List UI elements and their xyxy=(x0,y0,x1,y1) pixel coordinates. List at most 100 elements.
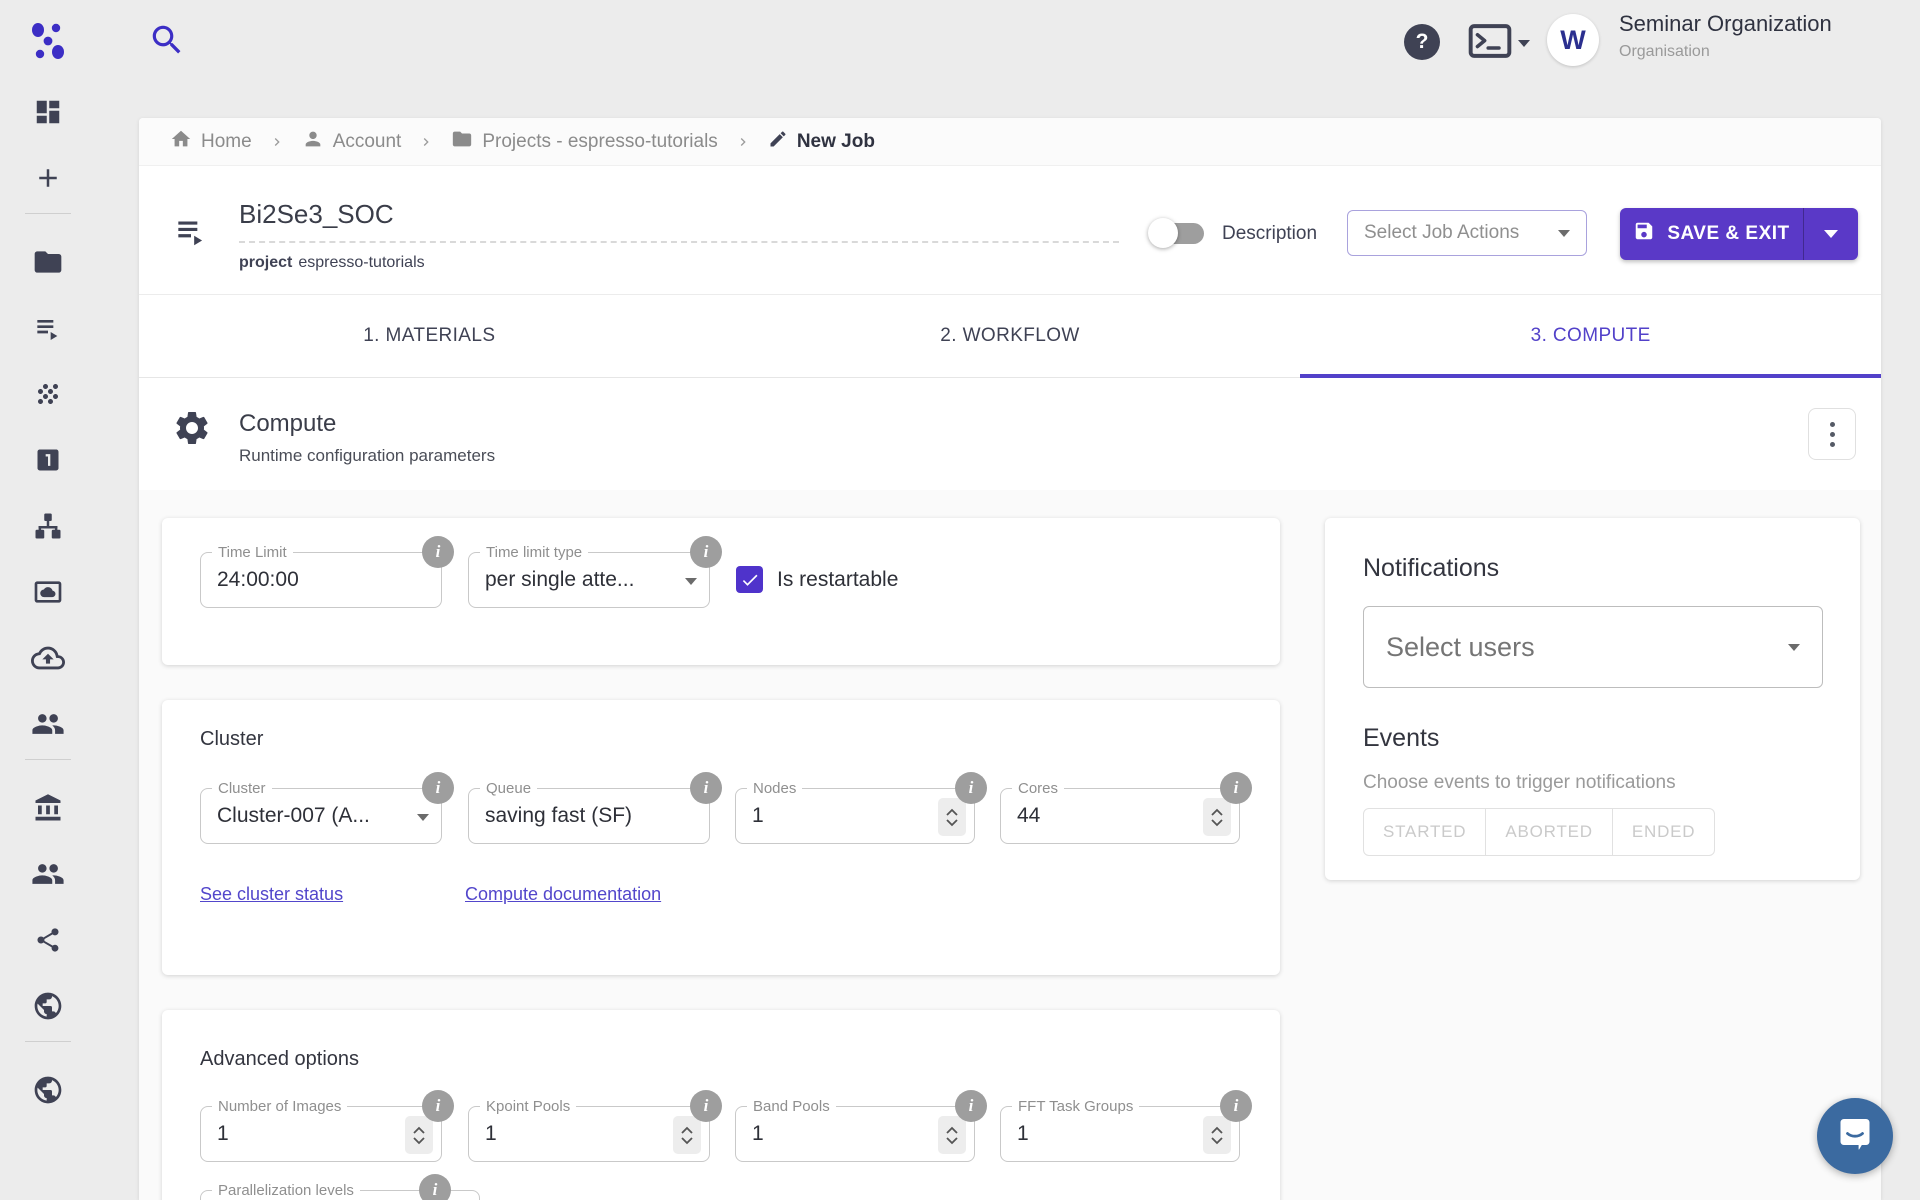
dashboard-icon xyxy=(33,97,63,132)
sidebar-item-share[interactable] xyxy=(34,927,62,957)
sidebar-item-materials[interactable] xyxy=(33,381,63,411)
time-limit-type-field[interactable]: Time limit type per single atte... i xyxy=(468,552,710,608)
advanced-options-card: Advanced options Number of Images 1 i Kp… xyxy=(162,1010,1280,1200)
organization-switcher[interactable]: Seminar Organization Organisation xyxy=(1619,11,1832,61)
search-button[interactable] xyxy=(148,21,186,59)
playlist-play-icon xyxy=(32,312,64,349)
chevron-right-icon xyxy=(269,134,285,150)
section-title: Compute xyxy=(239,410,336,438)
time-limit-field[interactable]: Time Limit 24:00:00 i xyxy=(200,552,442,608)
sidebar-item-team[interactable] xyxy=(31,711,65,741)
sidebar-item-institution[interactable] xyxy=(33,795,63,825)
info-icon[interactable]: i xyxy=(690,772,722,804)
breadcrumb-home[interactable]: Home xyxy=(170,128,252,156)
plus-icon xyxy=(33,163,63,198)
cores-field[interactable]: Cores 44 i xyxy=(1000,788,1240,844)
info-icon[interactable]: i xyxy=(422,536,454,568)
info-icon[interactable]: i xyxy=(422,772,454,804)
brand-logo[interactable] xyxy=(27,20,69,62)
field-label: Time Limit xyxy=(212,544,293,561)
fft-task-groups-field[interactable]: FFT Task Groups 1 i xyxy=(1000,1106,1240,1162)
breadcrumb-label: Home xyxy=(201,131,252,153)
job-title[interactable]: Bi2Se3_SOC xyxy=(239,199,394,230)
job-actions-select[interactable]: Select Job Actions xyxy=(1347,210,1587,256)
sidebar-item-jobs[interactable] xyxy=(32,315,64,345)
sidebar-item-web[interactable] xyxy=(32,993,64,1023)
sidebar-item-dashboard[interactable] xyxy=(33,99,63,129)
folder-icon xyxy=(451,128,473,156)
nodes-field[interactable]: Nodes 1 i xyxy=(735,788,975,844)
chat-launcher-button[interactable] xyxy=(1817,1098,1893,1174)
tab-workflow[interactable]: 2. WORKFLOW xyxy=(720,295,1301,377)
event-started-button[interactable]: STARTED xyxy=(1363,808,1486,856)
parallelization-levels-field[interactable]: Parallelization levels i xyxy=(200,1190,480,1200)
save-menu-button[interactable] xyxy=(1804,208,1858,260)
info-icon[interactable]: i xyxy=(690,536,722,568)
info-icon[interactable]: i xyxy=(955,772,987,804)
chevron-down-icon xyxy=(1788,644,1800,651)
field-label: Cluster xyxy=(212,780,272,797)
number-stepper[interactable] xyxy=(673,1116,701,1154)
number-of-images-field[interactable]: Number of Images 1 i xyxy=(200,1106,442,1162)
compute-docs-link[interactable]: Compute documentation xyxy=(465,884,661,905)
sidebar-item-media[interactable] xyxy=(32,579,64,609)
cluster-status-link[interactable]: See cluster status xyxy=(200,884,343,905)
tab-compute[interactable]: 3. COMPUTE xyxy=(1300,295,1881,377)
number-stepper[interactable] xyxy=(938,1116,966,1154)
kpoint-pools-field[interactable]: Kpoint Pools 1 i xyxy=(468,1106,710,1162)
queue-field[interactable]: Queue saving fast (SF) i xyxy=(468,788,710,844)
user-avatar[interactable]: W xyxy=(1547,14,1599,66)
globe-icon xyxy=(32,990,64,1027)
chevron-down-icon xyxy=(417,814,429,821)
info-icon[interactable]: i xyxy=(955,1090,987,1122)
description-toggle[interactable] xyxy=(1148,218,1212,248)
section-menu-button[interactable] xyxy=(1808,408,1856,460)
console-menu-button[interactable] xyxy=(1468,27,1530,59)
info-icon[interactable]: i xyxy=(1220,772,1252,804)
image-cloud-icon xyxy=(32,576,64,613)
sidebar-item-uploads[interactable] xyxy=(31,645,65,675)
grain-dots-icon xyxy=(33,379,63,414)
events-hint: Choose events to trigger notifications xyxy=(1363,772,1676,794)
number-stepper[interactable] xyxy=(1203,1116,1231,1154)
field-value: 1 xyxy=(217,1122,229,1146)
job-type-icon xyxy=(172,212,210,255)
event-aborted-button[interactable]: ABORTED xyxy=(1485,808,1612,856)
info-icon[interactable]: i xyxy=(1220,1090,1252,1122)
event-ended-button[interactable]: ENDED xyxy=(1612,808,1716,856)
number-stepper[interactable] xyxy=(938,798,966,836)
toggle-knob xyxy=(1148,218,1178,248)
info-icon[interactable]: i xyxy=(690,1090,722,1122)
sidebar-item-workflows[interactable] xyxy=(33,513,63,543)
info-icon[interactable]: i xyxy=(419,1174,451,1200)
job-header: Bi2Se3_SOC projectespresso-tutorials Des… xyxy=(139,166,1881,295)
sidebar-item-create[interactable] xyxy=(33,165,63,195)
folder-icon xyxy=(32,246,64,283)
sidebar-item-projects[interactable] xyxy=(32,249,64,279)
save-split-button: SAVE & EXIT xyxy=(1620,208,1858,260)
help-button[interactable]: ? xyxy=(1404,24,1440,60)
tab-materials[interactable]: 1. MATERIALS xyxy=(139,295,720,377)
breadcrumb-new-job[interactable]: New Job xyxy=(768,129,875,155)
number-stepper[interactable] xyxy=(1203,798,1231,836)
number-stepper[interactable] xyxy=(405,1116,433,1154)
field-label: Time limit type xyxy=(480,544,588,561)
gear-icon xyxy=(172,408,212,453)
notifications-heading: Notifications xyxy=(1363,554,1499,583)
save-exit-button[interactable]: SAVE & EXIT xyxy=(1620,208,1803,260)
question-icon: ? xyxy=(1416,30,1429,54)
breadcrumb-account[interactable]: Account xyxy=(302,128,402,156)
sidebar-item-bank[interactable] xyxy=(34,447,62,477)
share-icon xyxy=(34,926,62,959)
info-icon[interactable]: i xyxy=(422,1090,454,1122)
field-label: Parallelization levels xyxy=(212,1182,360,1199)
cluster-field[interactable]: Cluster Cluster-007 (A... i xyxy=(200,788,442,844)
is-restartable-checkbox[interactable]: Is restartable xyxy=(736,566,898,593)
select-users-dropdown[interactable]: Select users xyxy=(1363,606,1823,688)
chat-bubble-icon xyxy=(1835,1114,1875,1159)
chevron-down-icon xyxy=(1558,230,1570,237)
band-pools-field[interactable]: Band Pools 1 i xyxy=(735,1106,975,1162)
sidebar-item-more[interactable] xyxy=(32,1077,64,1107)
sidebar-item-community[interactable] xyxy=(31,861,65,891)
breadcrumb-projects[interactable]: Projects - espresso-tutorials xyxy=(451,128,717,156)
